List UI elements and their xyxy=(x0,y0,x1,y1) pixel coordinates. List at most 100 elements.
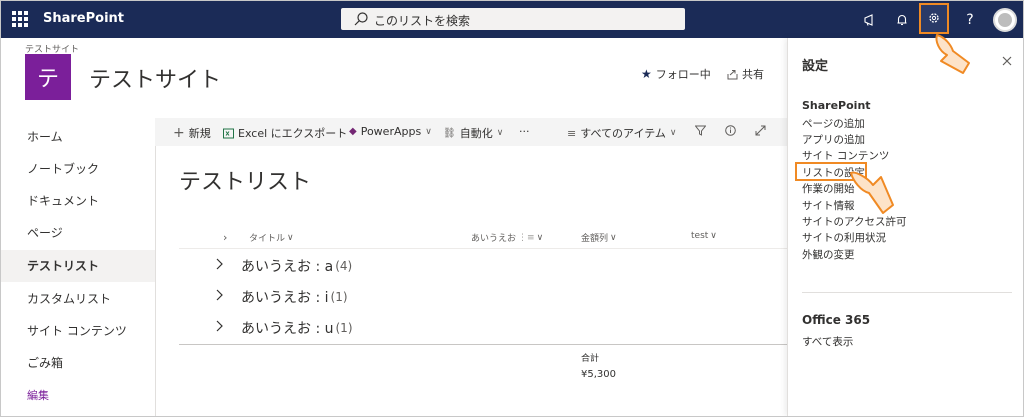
powerapps-label: PowerApps xyxy=(360,125,422,138)
link-add-page[interactable]: ページの追加 xyxy=(802,116,865,131)
chevron-down-icon: ∨ xyxy=(425,126,432,137)
group-row[interactable]: あいうえお : a (4) xyxy=(215,256,352,276)
link-change-look[interactable]: 外観の変更 xyxy=(802,247,855,262)
chevron-right-icon[interactable] xyxy=(215,258,231,274)
suite-bar: SharePoint このリストを検索 ? xyxy=(1,1,1023,38)
group-count: (1) xyxy=(330,290,348,304)
column-test-label: test xyxy=(691,231,709,241)
export-excel-button[interactable]: Excel にエクスポート xyxy=(223,125,347,141)
search-placeholder: このリストを検索 xyxy=(374,14,471,28)
brand-name[interactable]: SharePoint xyxy=(43,11,124,26)
search-box[interactable]: このリストを検索 xyxy=(341,8,685,30)
expand-icon xyxy=(755,125,766,136)
export-label: Excel にエクスポート xyxy=(238,127,348,140)
chevron-down-icon: ∨ xyxy=(496,128,504,138)
expand-button[interactable] xyxy=(755,125,766,136)
group-icon: ⋮≡ xyxy=(518,232,535,243)
chevron-down-icon: ∨ xyxy=(710,231,717,241)
powerapps-icon: ◆ xyxy=(349,126,357,137)
star-icon: ★ xyxy=(641,67,652,81)
view-icon: ≡ xyxy=(567,126,577,140)
group-row[interactable]: あいうえお : i (1) xyxy=(215,287,348,307)
chevron-down-icon: ∨ xyxy=(536,232,544,243)
column-aiueo-label: あいうえお xyxy=(471,234,517,244)
nav-item-recycle-bin[interactable]: ごみ箱 xyxy=(27,354,63,371)
gear-icon xyxy=(929,13,939,23)
nav-item-documents[interactable]: ドキュメント xyxy=(27,192,99,209)
link-show-all[interactable]: すべて表示 xyxy=(802,334,853,349)
group-count: (4) xyxy=(335,259,353,273)
link-site-contents[interactable]: サイト コンテンツ xyxy=(802,148,889,163)
command-bar: + 新規 Excel にエクスポート ◆ PowerApps ∨ ⛓ 自動化 ∨… xyxy=(155,118,787,146)
total-label: 合計 xyxy=(581,354,600,364)
link-add-app[interactable]: アプリの追加 xyxy=(802,132,865,147)
expand-all-toggle[interactable]: › xyxy=(223,231,227,244)
follow-label: フォロー中 xyxy=(655,68,711,81)
panel-title: 設定 xyxy=(802,59,829,74)
nav-item-test-list[interactable]: テストリスト xyxy=(27,257,99,274)
panel-divider xyxy=(802,292,1012,293)
nav-edit-link[interactable]: 編集 xyxy=(27,387,49,403)
pointer-cursor-icon xyxy=(850,171,894,214)
info-icon xyxy=(725,125,736,136)
pointer-cursor-icon xyxy=(935,34,970,74)
view-label: すべてのアイテム xyxy=(580,127,666,140)
powerapps-button[interactable]: ◆ PowerApps ∨ xyxy=(349,125,432,138)
site-logo[interactable]: テ xyxy=(25,54,71,100)
megaphone-icon[interactable] xyxy=(853,1,887,38)
bell-icon[interactable] xyxy=(885,1,919,38)
group-label: あいうえお : i xyxy=(241,290,329,306)
view-selector[interactable]: ≡ すべてのアイテム ∨ xyxy=(567,125,677,141)
new-label: 新規 xyxy=(188,127,211,140)
nav-item-notebook[interactable]: ノートブック xyxy=(27,160,99,177)
new-button[interactable]: + 新規 xyxy=(173,125,211,141)
column-header-test[interactable]: test ∨ xyxy=(691,231,717,241)
chevron-down-icon: ∨ xyxy=(287,232,294,243)
avatar[interactable] xyxy=(993,8,1017,32)
column-title-label: タイトル xyxy=(249,234,286,244)
automate-button[interactable]: ⛓ 自動化 ∨ xyxy=(443,125,503,141)
chevron-down-icon: ∨ xyxy=(610,232,617,243)
share-button[interactable]: 共有 xyxy=(727,66,764,82)
section-title-sharepoint: SharePoint xyxy=(802,99,871,112)
site-title[interactable]: テストサイト xyxy=(89,62,221,94)
nav-item-pages[interactable]: ページ xyxy=(27,224,63,241)
chevron-down-icon: ∨ xyxy=(669,128,677,138)
section-title-office365: Office 365 xyxy=(802,313,871,327)
follow-button[interactable]: ★ フォロー中 xyxy=(641,66,711,82)
close-icon[interactable] xyxy=(998,52,1016,70)
group-count: (1) xyxy=(335,321,353,335)
flow-icon: ⛓ xyxy=(443,127,456,139)
info-button[interactable] xyxy=(725,125,736,136)
column-header-title[interactable]: タイトル ∨ xyxy=(249,231,294,245)
group-label: あいうえお : a xyxy=(241,259,334,275)
filter-icon xyxy=(695,125,706,136)
search-icon xyxy=(354,12,368,26)
share-icon xyxy=(727,69,738,79)
column-header-amount[interactable]: 金額列 ∨ xyxy=(581,231,617,245)
share-label: 共有 xyxy=(742,68,764,81)
footer-divider xyxy=(179,344,787,345)
nav-item-home[interactable]: ホーム xyxy=(27,128,63,145)
waffle-icon[interactable] xyxy=(12,11,28,27)
column-header-aiueo[interactable]: あいうえお ⋮≡ ∨ xyxy=(471,231,544,245)
excel-icon xyxy=(223,128,234,138)
more-commands-button[interactable]: ··· xyxy=(519,125,530,138)
chevron-right-icon: › xyxy=(223,231,228,244)
column-amount-label: 金額列 xyxy=(581,234,609,244)
chevron-right-icon[interactable] xyxy=(215,289,231,305)
filter-button[interactable] xyxy=(695,125,706,136)
group-label: あいうえお : u xyxy=(241,321,334,337)
header-divider xyxy=(179,248,787,249)
nav-item-custom-list[interactable]: カスタムリスト xyxy=(27,290,111,307)
total-value: ¥5,300 xyxy=(581,369,616,380)
chevron-right-icon[interactable] xyxy=(215,320,231,336)
left-navigation: ホーム ノートブック ドキュメント ページ テストリスト カスタムリスト サイト… xyxy=(1,118,156,416)
automate-label: 自動化 xyxy=(459,127,493,140)
nav-item-site-contents[interactable]: サイト コンテンツ xyxy=(27,322,127,339)
group-row[interactable]: あいうえお : u (1) xyxy=(215,318,353,338)
sharepoint-window: SharePoint このリストを検索 ? テストサイト テ テストサイト ★ … xyxy=(0,0,1024,417)
list-title: テストリスト xyxy=(179,170,312,195)
settings-panel: 設定 SharePoint ページの追加 アプリの追加 サイト コンテンツ リス… xyxy=(787,38,1023,416)
link-site-usage[interactable]: サイトの利用状況 xyxy=(802,230,886,245)
